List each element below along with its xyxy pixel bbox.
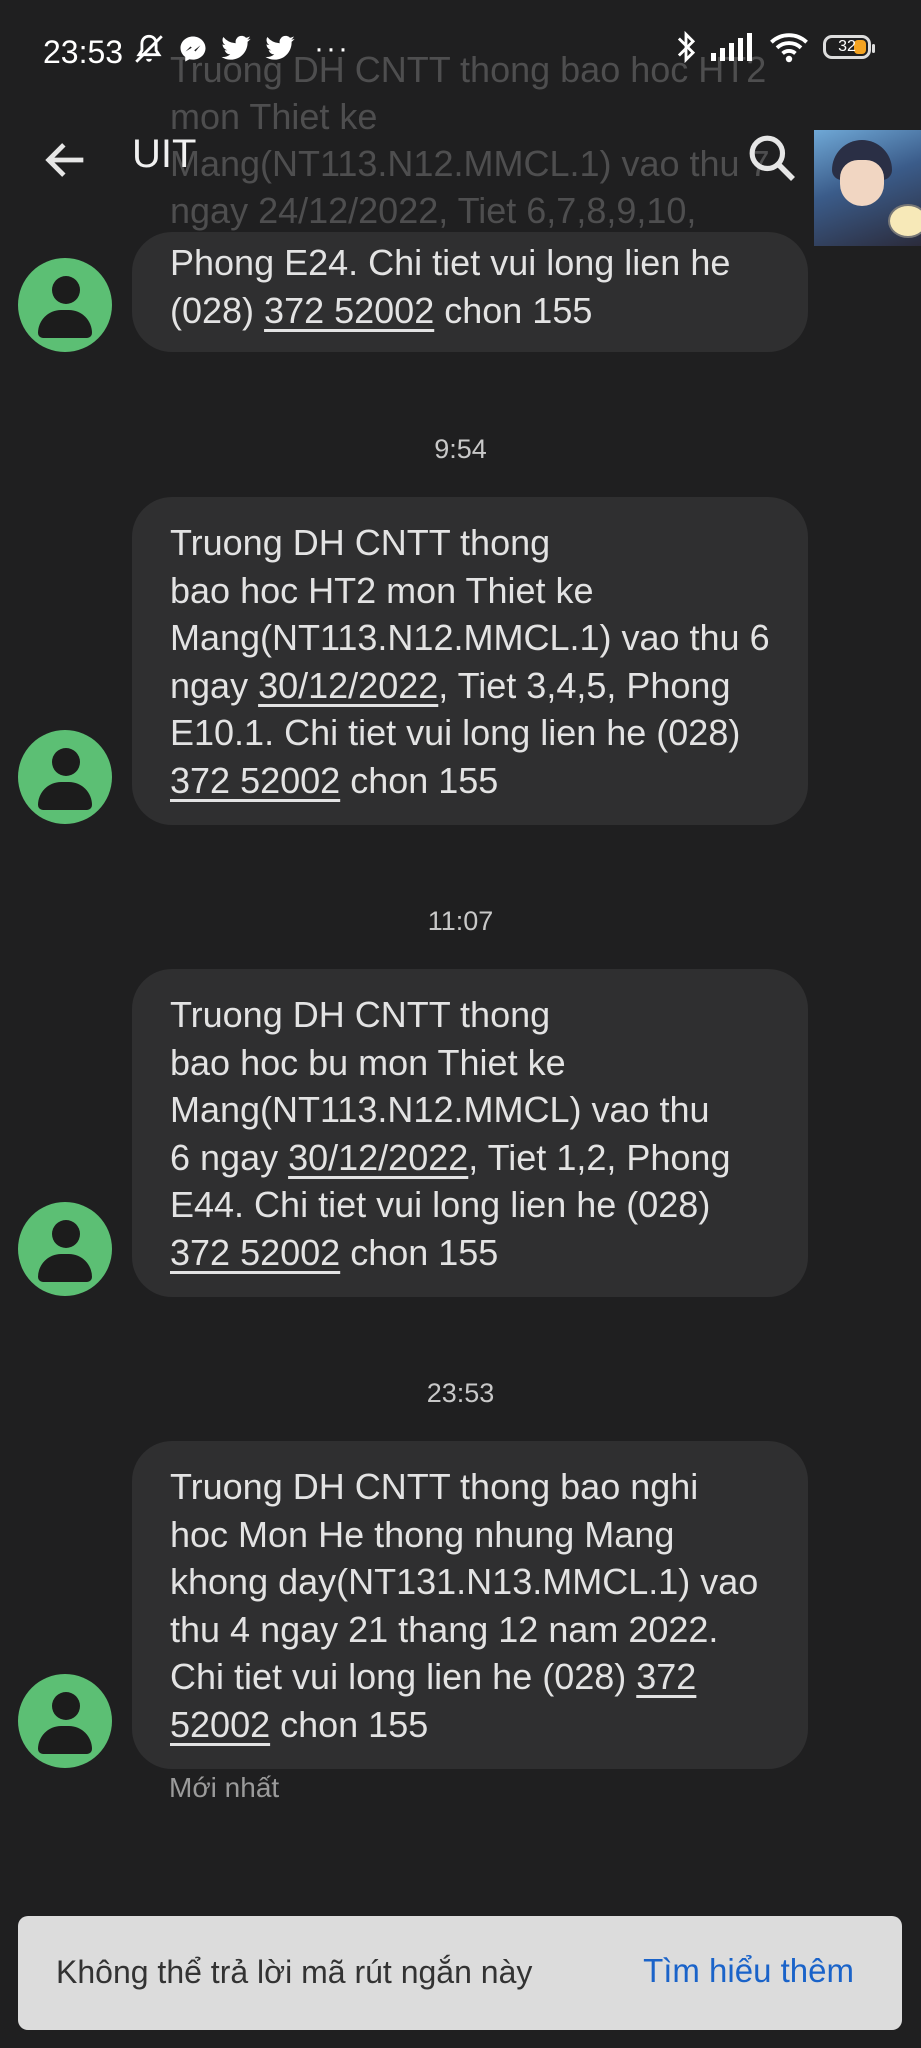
message-text-segment: Chi tiet vui long lien he (028) [170, 1656, 637, 1697]
message-link[interactable]: 30/12/2022 [258, 665, 438, 706]
more-notifications-icon: ··· [314, 32, 350, 65]
messenger-icon [180, 36, 206, 62]
message-text-segment: chon 155 [434, 289, 593, 331]
signal-icon [711, 33, 752, 61]
message-text-segment: E10.1. Chi tiet vui long lien he (028) [170, 712, 741, 753]
message-text-segment: E44. Chi tiet vui long lien he (028) [170, 1184, 711, 1225]
message-text-segment: ngay [170, 664, 259, 706]
message-text-segment: (028) [170, 289, 265, 331]
message-line: Mang(NT113.N12.MMCL.1) vao thu 6 [170, 614, 770, 662]
sender-avatar[interactable] [18, 730, 112, 824]
message-bubble[interactable]: Truong DH CNTT thong bao hoc HT2 mon Thie… [132, 497, 808, 825]
message-line: ngay 30/12/2022, Tiet 3,4,5, Phong [170, 662, 770, 710]
message-text: Phong E24. Chi tiet vui long lien he (028… [170, 239, 770, 334]
message-text-segment: Truong DH CNTT thong [170, 522, 551, 563]
twitter-icon [265, 35, 295, 60]
twitter-icon [221, 35, 251, 60]
message-text-segment: hoc Mon He thong nhung Mang [170, 1513, 675, 1555]
message-line: 372 52002 chon 155 [170, 757, 770, 805]
latest-message-label: Mới nhất [169, 1772, 280, 1803]
message-line: Truong DH CNTT thong [170, 519, 770, 567]
reply-unavailable-banner: Không thể trả lời mã rút ngắn này Tìm hi… [18, 1916, 902, 2030]
sender-avatar[interactable] [18, 258, 112, 352]
message-line: 6 ngay 30/12/2022, Tiet 1,2, Phong [170, 1134, 770, 1182]
banner-message: Không thể trả lời mã rút ngắn này [56, 1954, 533, 1990]
message-text: Truong DH CNTT thong bao nghi hoc Mon He … [170, 1463, 770, 1748]
message-text-segment: 6 ngay [170, 1136, 289, 1178]
message-line: 372 52002 chon 155 [170, 1229, 770, 1277]
message-text-segment: , Tiet 1,2, Phong [468, 1136, 731, 1178]
status-time: 23:53 [43, 34, 124, 70]
learn-more-link[interactable]: Tìm hiểu thêm [643, 1952, 854, 1990]
message-bubble[interactable]: Truong DH CNTT thong bao hoc bu mon Thiet… [132, 969, 808, 1297]
message-line: 52002 chon 155 [170, 1701, 770, 1749]
message-timestamp: 9:54 [434, 434, 487, 464]
message-text-segment: khong day(NT131.N13.MMCL.1) vao [170, 1561, 759, 1602]
message-link[interactable]: 372 [636, 1656, 696, 1697]
message-line: Truong DH CNTT thong [170, 991, 770, 1039]
sender-avatar[interactable] [18, 1202, 112, 1296]
sender-avatar[interactable] [18, 1674, 112, 1768]
message-text-segment: chon 155 [340, 759, 499, 801]
message-line: bao hoc bu mon Thiet ke [170, 1039, 770, 1087]
message-line: bao hoc HT2 mon Thiet ke [170, 567, 770, 615]
message-link[interactable]: 52002 [170, 1704, 270, 1745]
message-text-segment: chon 155 [340, 1231, 499, 1273]
message-line: Chi tiet vui long lien he (028) 372 [170, 1653, 770, 1701]
message-text-segment: Phong E24. Chi tiet vui long lien he [170, 242, 731, 283]
message-text-segment: Mang(NT113.N12.MMCL.1) vao thu 6 [170, 617, 770, 658]
message-bubble[interactable]: Truong DH CNTT thong bao nghi hoc Mon He … [132, 1441, 808, 1769]
message-text: Truong DH CNTT thong bao hoc bu mon Thiet… [170, 991, 770, 1276]
message-text-segment: thu 4 ngay 21 thang 12 nam 2022. [170, 1608, 719, 1650]
message-link[interactable]: 372 52002 [170, 1232, 340, 1273]
message-line: (028) 372 52002 chon 155 [170, 287, 770, 335]
message-text-segment: Truong DH CNTT thong bao nghi [170, 1466, 699, 1507]
message-text-segment: bao hoc bu mon Thiet ke [170, 1041, 566, 1083]
notification-icons: ··· [132, 32, 350, 66]
message-text-segment: Truong DH CNTT thong [170, 994, 551, 1035]
message-line: E10.1. Chi tiet vui long lien he (028) [170, 709, 770, 757]
message-bubble[interactable]: Phong E24. Chi tiet vui long lien he (028… [132, 232, 808, 352]
battery-level: 32 [838, 38, 856, 55]
bluetooth-icon [677, 30, 696, 64]
app-bar: UIT [0, 104, 921, 246]
message-timestamp: 11:07 [427, 906, 494, 936]
message-line: Phong E24. Chi tiet vui long lien he [170, 239, 770, 287]
message-text: Truong DH CNTT thong bao hoc HT2 mon Thie… [170, 519, 770, 804]
mute-icon [135, 34, 163, 63]
message-line: thu 4 ngay 21 thang 12 nam 2022. [170, 1606, 770, 1654]
message-line: E44. Chi tiet vui long lien he (028) [170, 1181, 770, 1229]
chat-bubble-icon [888, 204, 921, 238]
conversation-title: UIT [132, 132, 197, 176]
message-link[interactable]: 30/12/2022 [288, 1137, 468, 1178]
message-link[interactable]: 372 52002 [170, 760, 340, 801]
message-line: khong day(NT131.N13.MMCL.1) vao [170, 1558, 770, 1606]
battery-icon: 32 [823, 35, 875, 59]
message-link[interactable]: 372 52002 [264, 290, 434, 331]
message-text-segment: bao hoc HT2 mon Thiet ke [170, 569, 594, 611]
system-icons: 32 [675, 30, 875, 64]
status-bar: 23:53 ··· 32 [0, 0, 921, 104]
back-arrow-icon[interactable] [40, 134, 92, 186]
message-timestamp: 23:53 [426, 1378, 495, 1408]
message-text-segment: chon 155 [270, 1703, 429, 1745]
message-text-segment: , Tiet 3,4,5, Phong [438, 664, 731, 706]
message-line: Truong DH CNTT thong bao nghi [170, 1463, 770, 1511]
wifi-icon [770, 33, 808, 63]
message-line: hoc Mon He thong nhung Mang [170, 1511, 770, 1559]
message-text-segment: Mang(NT113.N12.MMCL) vao thu [170, 1089, 710, 1130]
search-icon[interactable] [744, 130, 800, 186]
profile-avatar-image[interactable] [814, 130, 921, 246]
message-line: Mang(NT113.N12.MMCL) vao thu [170, 1086, 770, 1134]
